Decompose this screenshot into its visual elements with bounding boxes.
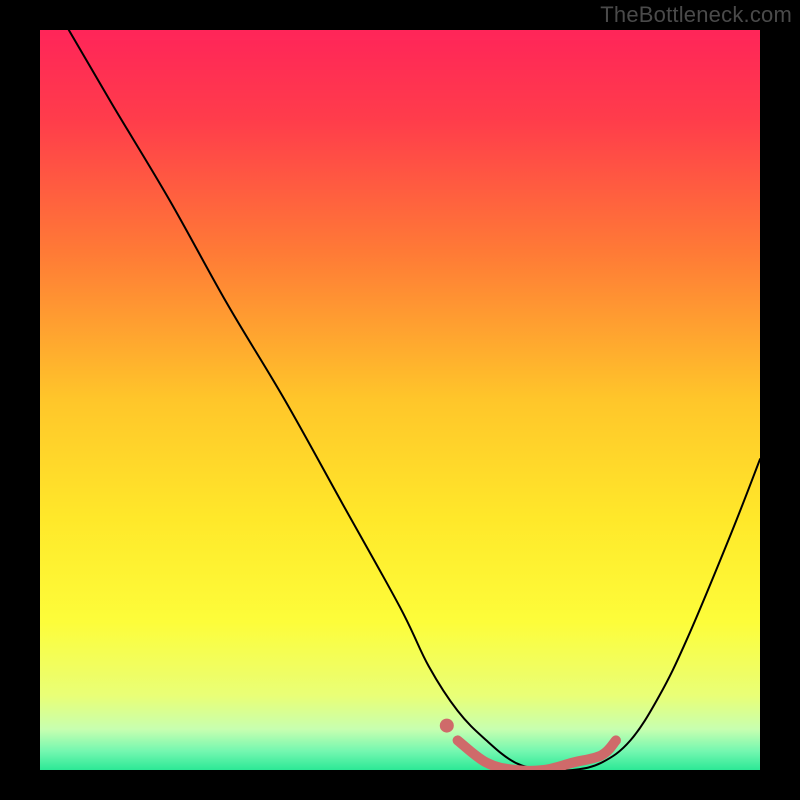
bottleneck-chart-svg bbox=[40, 30, 760, 770]
plot-area bbox=[40, 30, 760, 770]
gradient-background bbox=[40, 30, 760, 770]
point-recommended-point bbox=[440, 719, 454, 733]
watermark-text: TheBottleneck.com bbox=[600, 2, 792, 28]
chart-frame: TheBottleneck.com bbox=[0, 0, 800, 800]
